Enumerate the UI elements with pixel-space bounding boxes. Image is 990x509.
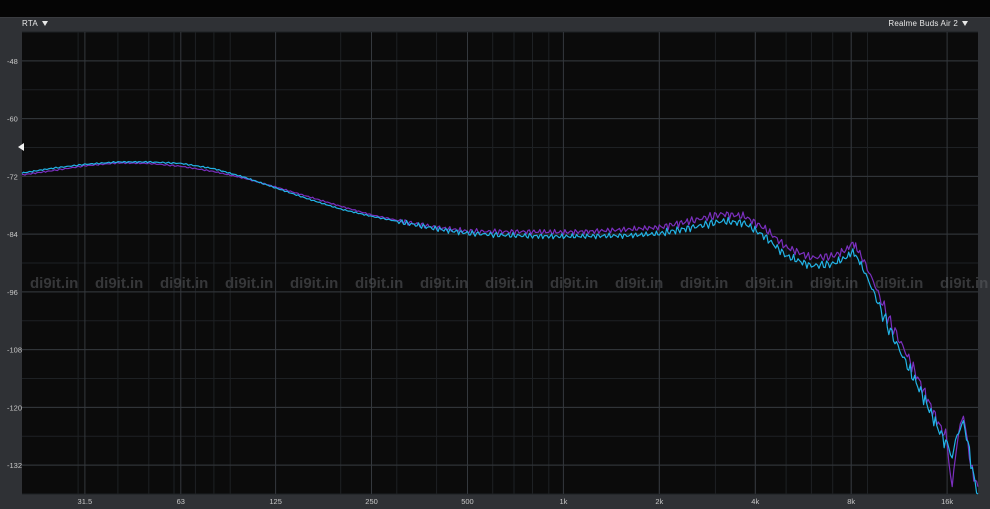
y-tick-label: -84 — [7, 230, 18, 239]
level-marker-handle[interactable] — [18, 143, 24, 151]
watermark-text: di9it.in — [30, 275, 78, 292]
watermark-text: di9it.in — [95, 275, 143, 292]
device-dropdown[interactable]: Realme Buds Air 2 — [888, 19, 968, 28]
watermark-text: di9it.in — [680, 275, 728, 292]
chevron-down-icon — [962, 21, 968, 27]
y-tick-label: -132 — [7, 461, 22, 470]
watermark-text: di9it.in — [875, 275, 923, 292]
y-tick-label: -120 — [7, 403, 22, 412]
x-tick-label: 4k — [751, 497, 759, 506]
x-tick-label: 500 — [461, 497, 474, 506]
y-tick-label: -72 — [7, 172, 18, 181]
x-tick-label: 63 — [177, 497, 185, 506]
x-tick-label: 31.5 — [78, 497, 93, 506]
frequency-response-chart: di9it.in di9it.in di9it.in di9it.in di9it.in… — [7, 31, 988, 506]
x-tick-label: 2k — [655, 497, 663, 506]
watermark-text: di9it.in — [355, 275, 403, 292]
watermark-text: di9it.in — [485, 275, 533, 292]
y-tick-label: -48 — [7, 57, 18, 66]
x-tick-label: 125 — [269, 497, 282, 506]
watermark-text: di9it.in — [810, 275, 858, 292]
rta-dropdown-label: RTA — [22, 19, 38, 28]
watermark-text: di9it.in — [940, 275, 988, 292]
x-tick-label: 16k — [941, 497, 953, 506]
watermark-text: di9it.in — [745, 275, 793, 292]
device-dropdown-label: Realme Buds Air 2 — [888, 19, 958, 28]
rta-window: di9it.in di9it.in di9it.in di9it.in di9it.in… — [0, 0, 990, 509]
x-tick-label: 1k — [559, 497, 567, 506]
watermark-text: di9it.in — [160, 275, 208, 292]
watermark-text: di9it.in — [420, 275, 468, 292]
y-tick-label: -108 — [7, 346, 22, 355]
x-tick-label: 250 — [365, 497, 378, 506]
rta-dropdown[interactable]: RTA — [22, 19, 48, 28]
y-tick-label: -96 — [7, 288, 18, 297]
watermark-text: di9it.in — [615, 275, 663, 292]
watermark-text: di9it.in — [290, 275, 338, 292]
watermark-text: di9it.in — [550, 275, 598, 292]
watermark-text: di9it.in — [225, 275, 273, 292]
chevron-down-icon — [41, 21, 48, 27]
y-tick-label: -60 — [7, 115, 18, 124]
x-tick-label: 8k — [847, 497, 855, 506]
